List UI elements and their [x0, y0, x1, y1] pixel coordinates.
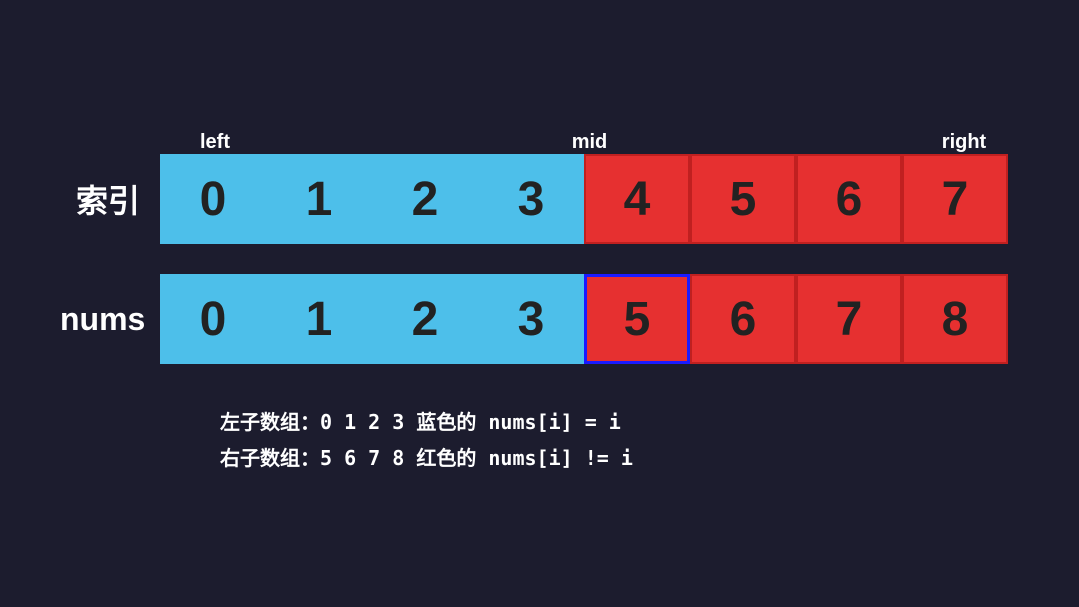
index-cell-7: 7	[902, 154, 1008, 244]
index-cell-4: 4	[584, 154, 690, 244]
index-cell-6: 6	[796, 154, 902, 244]
index-cell-2: 2	[372, 154, 478, 244]
label-mid: mid	[537, 131, 643, 154]
description: 左子数组：0 1 2 3 蓝色的 nums[i] = i 右子数组：5 6 7 …	[220, 404, 633, 476]
nums-cell-6: 7	[796, 274, 902, 364]
index-cell-3: 3	[478, 154, 584, 244]
nums-cells: 01235678	[160, 274, 1008, 364]
index-cells: 01234567	[160, 154, 1008, 244]
index-cell-0: 0	[160, 154, 266, 244]
index-cell-1: 1	[266, 154, 372, 244]
index-row-label: 索引	[60, 176, 160, 222]
desc-line1: 左子数组：0 1 2 3 蓝色的 nums[i] = i	[220, 404, 633, 440]
nums-cell-3: 3	[478, 274, 584, 364]
label-left: left	[162, 131, 268, 154]
main-container: left mid right 索引 01234567 nums 01235678…	[0, 0, 1079, 607]
label-right: right	[911, 131, 1017, 154]
nums-row-label: nums	[60, 301, 160, 338]
index-row: 索引 01234567	[60, 154, 1019, 244]
index-cell-5: 5	[690, 154, 796, 244]
desc-line2: 右子数组：5 6 7 8 红色的 nums[i] != i	[220, 440, 633, 476]
nums-cell-1: 1	[266, 274, 372, 364]
nums-cell-2: 2	[372, 274, 478, 364]
nums-row: nums 01235678	[60, 274, 1019, 364]
nums-cell-0: 0	[160, 274, 266, 364]
nums-cell-7: 8	[902, 274, 1008, 364]
nums-cell-4: 5	[584, 274, 690, 364]
nums-cell-5: 6	[690, 274, 796, 364]
top-labels-row: left mid right	[162, 131, 1017, 154]
